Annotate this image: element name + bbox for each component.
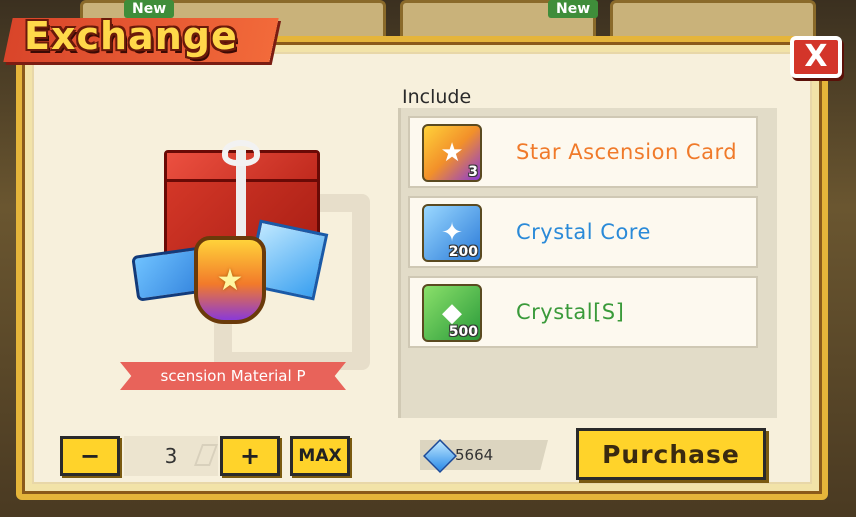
close-button[interactable]: X — [790, 36, 842, 78]
star-icon: ★ — [440, 138, 464, 168]
quantity-field[interactable]: 3 — [124, 436, 219, 476]
new-tag: New — [548, 0, 599, 18]
include-item-crystal-s[interactable]: ◆ 500 Crystal[S] — [408, 276, 758, 348]
item-name: Crystal[S] — [516, 300, 625, 324]
package-name: scension Material P — [160, 367, 306, 385]
close-icon: X — [804, 39, 828, 74]
item-quantity: 500 — [448, 324, 478, 340]
gift-bow — [222, 140, 260, 166]
dialog-title: Exchange — [24, 14, 238, 58]
increase-quantity-button[interactable]: + — [220, 436, 280, 476]
star-ascension-card-icon: ★ 3 — [422, 124, 482, 182]
quantity-value: 3 — [164, 444, 178, 468]
package-illustration: ★ — [131, 140, 334, 324]
crystal-core-icon: ✦ 200 — [422, 204, 482, 262]
include-item-star-ascension-card[interactable]: ★ 3 Star Ascension Card — [408, 116, 758, 188]
decrease-quantity-button[interactable]: − — [60, 436, 120, 476]
up-badge-icon: ★ — [194, 236, 266, 324]
include-label: Include — [402, 86, 472, 108]
item-quantity: 200 — [448, 244, 478, 260]
crystal-s-icon: ◆ 500 — [422, 284, 482, 342]
purchase-button[interactable]: Purchase — [576, 428, 766, 480]
include-item-crystal-core[interactable]: ✦ 200 Crystal Core — [408, 196, 758, 268]
item-quantity: 3 — [468, 164, 478, 180]
package-name-banner: scension Material P — [120, 362, 346, 390]
item-name: Crystal Core — [516, 220, 651, 244]
item-name: Star Ascension Card — [516, 140, 738, 164]
currency-amount: 5664 — [455, 446, 494, 464]
max-quantity-button[interactable]: MAX — [290, 436, 350, 476]
edit-icon — [193, 444, 219, 466]
